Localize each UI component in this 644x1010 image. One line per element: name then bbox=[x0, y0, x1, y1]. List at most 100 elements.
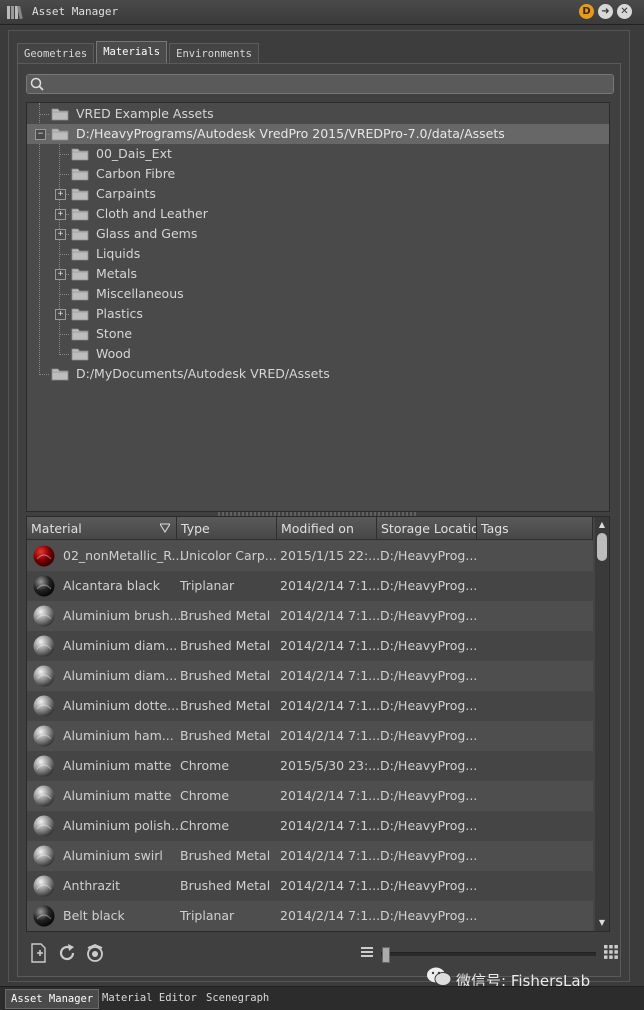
folder-icon bbox=[71, 347, 89, 361]
table-row[interactable]: Aluminium brush... Brushed Metal 2014/2/14… bbox=[27, 601, 593, 631]
table-row[interactable]: Belt black Triplanar 2014/2/14 7:1... D:/He… bbox=[27, 901, 593, 931]
thumbnail-size-slider[interactable] bbox=[381, 947, 596, 963]
tree-item[interactable]: + Cloth and Leather bbox=[27, 204, 609, 224]
table-row[interactable]: Aluminium matte Chrome 2015/5/30 23:... D:/… bbox=[27, 751, 593, 781]
sort-descending-icon bbox=[160, 523, 170, 533]
table-row[interactable]: Aluminium ham... Brushed Metal 2014/2/14 7… bbox=[27, 721, 593, 751]
search-input[interactable] bbox=[26, 74, 614, 94]
metal-sphere-icon bbox=[33, 845, 55, 867]
tree-item[interactable]: Miscellaneous bbox=[27, 284, 609, 304]
wechat-icon bbox=[427, 967, 452, 986]
cell-type: Triplanar bbox=[180, 578, 235, 593]
table-row[interactable]: Aluminium polish... Chrome 2014/2/14 7:1..… bbox=[27, 811, 593, 841]
vertical-scrollbar[interactable]: ▲ ▼ bbox=[595, 517, 609, 931]
tab-geometries[interactable]: Geometries bbox=[17, 43, 95, 64]
collapse-icon[interactable]: − bbox=[35, 129, 46, 140]
tab-environments[interactable]: Environments bbox=[169, 43, 259, 64]
folder-icon bbox=[71, 227, 89, 241]
cell-material: Anthrazit bbox=[63, 878, 121, 893]
expand-icon[interactable]: + bbox=[55, 309, 66, 320]
tree-item[interactable]: Carbon Fibre bbox=[27, 164, 609, 184]
cell-modified: 2014/2/14 7:1... bbox=[280, 728, 381, 743]
tree-item[interactable]: − D:/HeavyPrograms/Autodesk VredPro 2015/… bbox=[27, 124, 609, 144]
tree-item[interactable]: Stone bbox=[27, 324, 609, 344]
search-icon bbox=[30, 77, 44, 91]
metal-sphere-icon bbox=[33, 755, 55, 777]
cell-storage: D:/HeavyProg... bbox=[380, 578, 478, 593]
folder-icon bbox=[71, 307, 89, 321]
tree-item[interactable]: Wood bbox=[27, 344, 609, 364]
scroll-down-icon[interactable]: ▼ bbox=[597, 918, 607, 928]
tree-item[interactable]: 00_Dais_Ext bbox=[27, 144, 609, 164]
table-row[interactable]: Aluminium swirl Brushed Metal 2014/2/14 7:… bbox=[27, 841, 593, 871]
table-row[interactable]: Aluminium diam... Brushed Metal 2014/2/14 … bbox=[27, 661, 593, 691]
tree-connector bbox=[59, 334, 69, 335]
table-row[interactable]: Anthrazit Brushed Metal 2014/2/14 7:1... D:… bbox=[27, 871, 593, 901]
metal-sphere-icon bbox=[33, 635, 55, 657]
expand-icon[interactable]: + bbox=[55, 229, 66, 240]
new-material-icon[interactable] bbox=[28, 942, 50, 964]
folder-icon bbox=[51, 367, 69, 381]
metal-sphere-icon bbox=[33, 875, 55, 897]
dock-badge-button[interactable]: D bbox=[579, 4, 594, 19]
window-title: Asset Manager bbox=[32, 5, 119, 18]
folder-icon bbox=[71, 327, 89, 341]
tree-connector bbox=[59, 154, 69, 155]
cell-modified: 2014/2/14 7:1... bbox=[280, 848, 381, 863]
tab-asset-manager[interactable]: Asset Manager bbox=[5, 989, 100, 1009]
tree-item[interactable]: D:/MyDocuments/Autodesk VRED/Assets bbox=[27, 364, 609, 384]
grid-view-icon[interactable] bbox=[604, 945, 618, 959]
cell-modified: 2014/2/14 7:1... bbox=[280, 818, 381, 833]
cell-type: Brushed Metal bbox=[180, 608, 271, 623]
undock-arrow-icon[interactable]: ➜ bbox=[598, 4, 613, 19]
table-row[interactable]: Alcantara black Triplanar 2014/2/14 7:1...… bbox=[27, 571, 593, 601]
tree-connector bbox=[59, 174, 69, 175]
tree-item-label: Plastics bbox=[96, 306, 143, 321]
tab-scenegraph[interactable]: Scenegraph bbox=[201, 989, 274, 1007]
column-header-tags[interactable]: Tags bbox=[477, 517, 593, 540]
cell-material: Aluminium swirl bbox=[63, 848, 163, 863]
cell-type: Brushed Metal bbox=[180, 878, 271, 893]
tree-item[interactable]: + Glass and Gems bbox=[27, 224, 609, 244]
folder-icon bbox=[71, 207, 89, 221]
cell-material: Belt black bbox=[63, 908, 125, 923]
cell-type: Brushed Metal bbox=[180, 848, 271, 863]
tree-item[interactable]: + Metals bbox=[27, 264, 609, 284]
table-row[interactable]: Aluminium diam... Brushed Metal 2014/2/14 … bbox=[27, 631, 593, 661]
table-row[interactable]: Aluminium matte Chrome 2014/2/14 7:1... D:/… bbox=[27, 781, 593, 811]
table-row[interactable]: 02_nonMetallic_R... Unicolor Carp... 2015/… bbox=[27, 541, 593, 571]
expand-icon[interactable]: + bbox=[55, 189, 66, 200]
scroll-up-icon[interactable]: ▲ bbox=[597, 520, 607, 530]
expand-icon[interactable]: + bbox=[55, 209, 66, 220]
tree-item[interactable]: Liquids bbox=[27, 244, 609, 264]
tree-connector bbox=[39, 374, 49, 375]
cell-storage: D:/HeavyProg... bbox=[380, 608, 478, 623]
cell-modified: 2014/2/14 7:1... bbox=[280, 638, 381, 653]
tab-materials[interactable]: Materials bbox=[96, 41, 168, 64]
cell-storage: D:/HeavyProg... bbox=[380, 908, 478, 923]
metal-sphere-icon bbox=[33, 725, 55, 747]
close-icon[interactable]: ✕ bbox=[617, 4, 632, 19]
column-header-type[interactable]: Type bbox=[177, 517, 277, 540]
scroll-thumb[interactable] bbox=[597, 533, 607, 561]
cell-modified: 2014/2/14 7:1... bbox=[280, 608, 381, 623]
list-view-icon[interactable] bbox=[361, 946, 373, 958]
folder-icon bbox=[71, 167, 89, 181]
column-header-material[interactable]: Material bbox=[27, 517, 177, 540]
cell-storage: D:/HeavyProg... bbox=[380, 638, 478, 653]
tree-item-label: Metals bbox=[96, 266, 138, 281]
slider-handle[interactable] bbox=[382, 947, 390, 963]
column-label: Material bbox=[31, 521, 82, 536]
expand-icon[interactable]: + bbox=[55, 269, 66, 280]
cell-storage: D:/HeavyProg... bbox=[380, 848, 478, 863]
column-header-storage[interactable]: Storage Locatio bbox=[377, 517, 477, 540]
tree-item[interactable]: + Carpaints bbox=[27, 184, 609, 204]
column-header-modified[interactable]: Modified on bbox=[277, 517, 377, 540]
material-library-icon[interactable] bbox=[84, 942, 106, 964]
folder-icon bbox=[71, 267, 89, 281]
refresh-icon[interactable] bbox=[56, 942, 78, 964]
tree-item[interactable]: + Plastics bbox=[27, 304, 609, 324]
tree-item[interactable]: VRED Example Assets bbox=[27, 104, 609, 124]
table-row[interactable]: Aluminium dotte... Brushed Metal 2014/2/14… bbox=[27, 691, 593, 721]
tab-material-editor[interactable]: Material Editor bbox=[97, 989, 202, 1007]
